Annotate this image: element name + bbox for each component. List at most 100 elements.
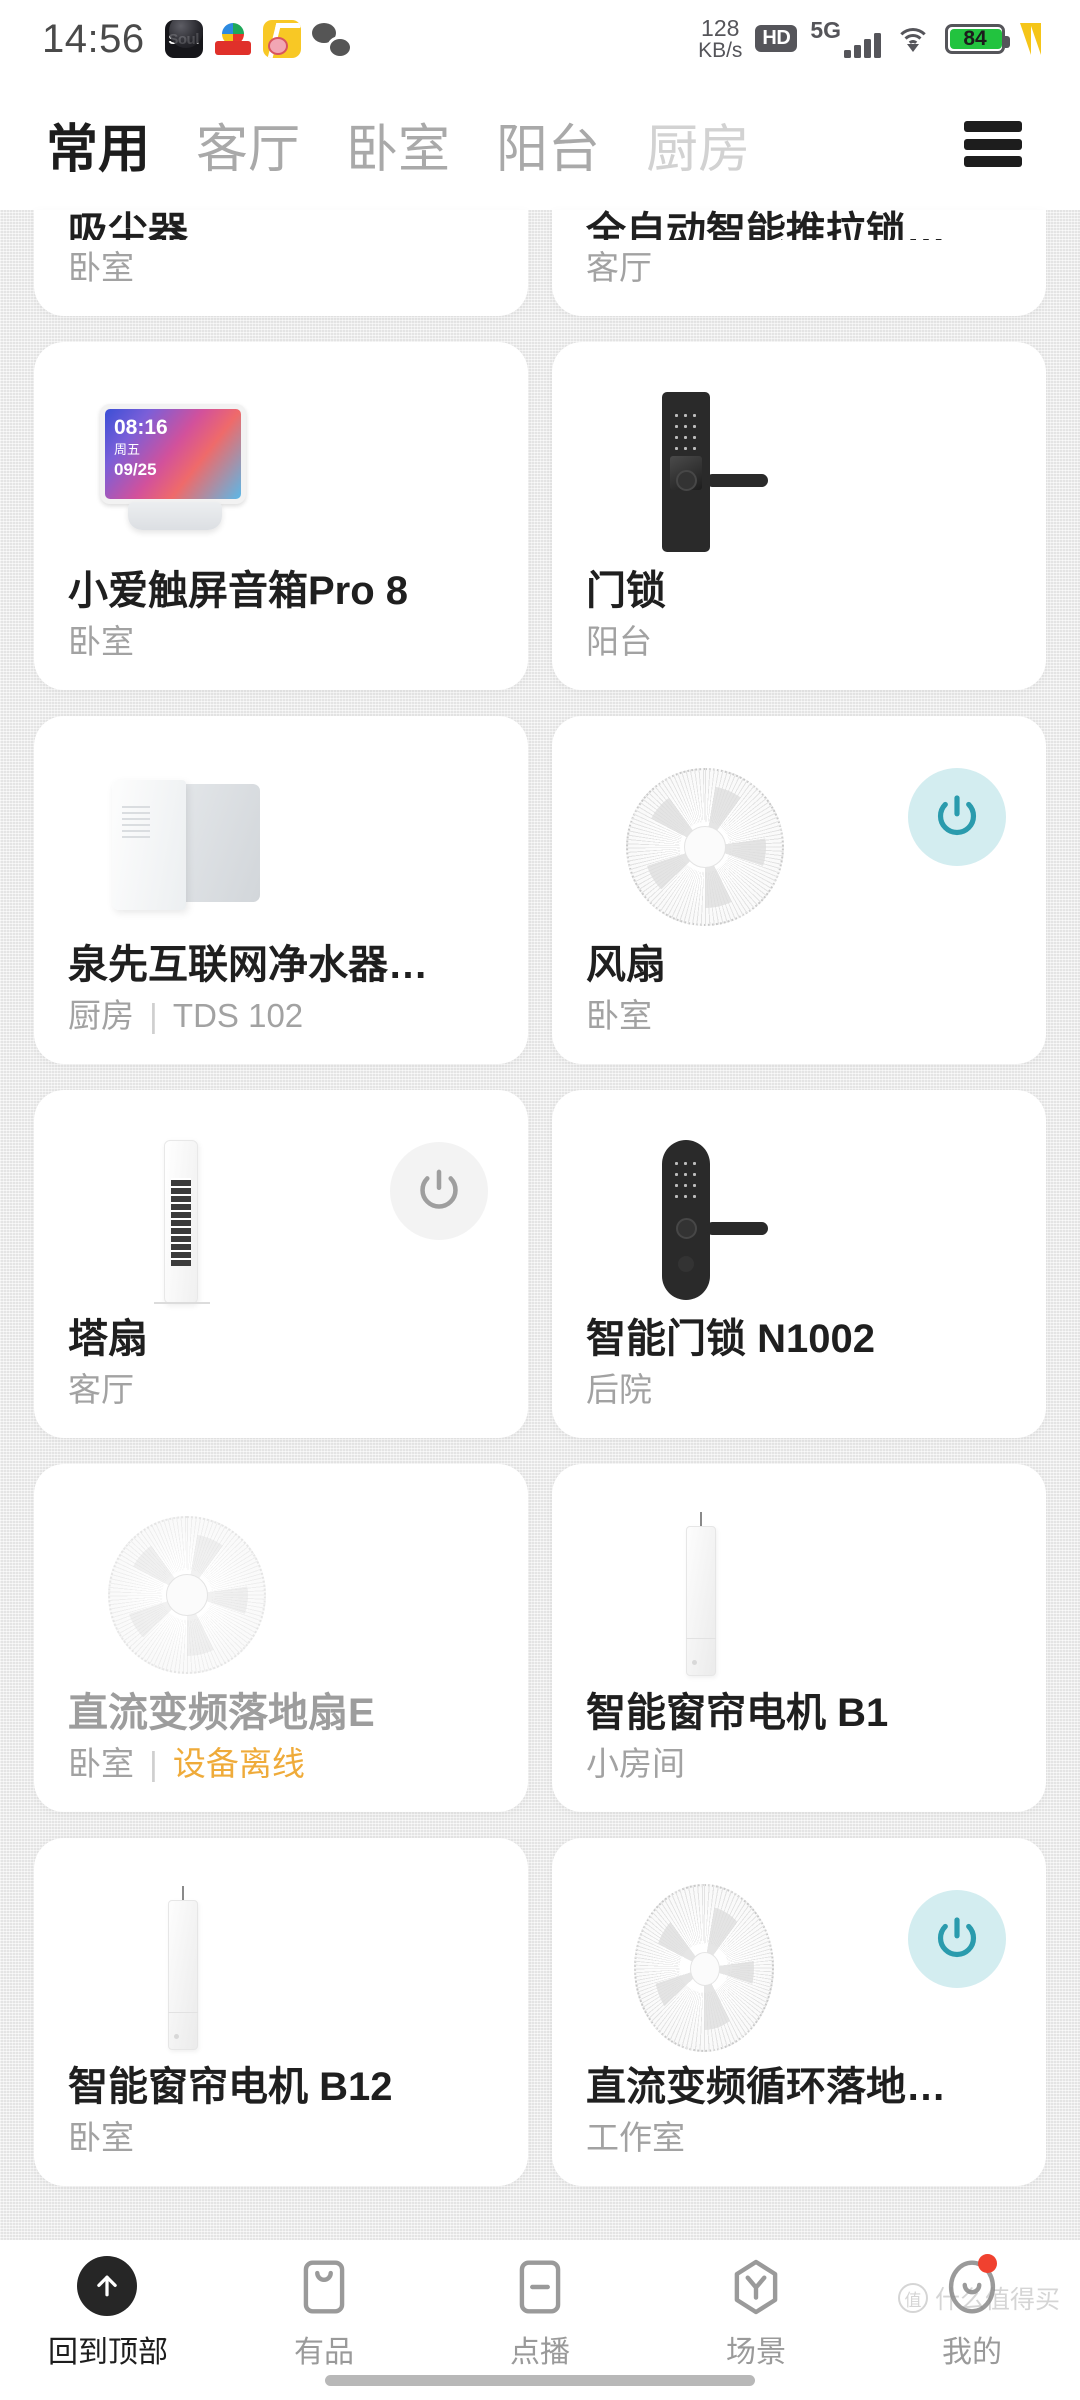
display-screen-weekday: 周五 [114, 442, 141, 457]
scroll-to-top-icon [77, 2256, 139, 2318]
hd-badge-icon: HD [755, 25, 798, 53]
device-name: 全自动智能推拉锁… [586, 210, 946, 241]
curtain-motor-icon [92, 1884, 282, 2054]
youpin-bag-icon [293, 2256, 355, 2318]
device-tds-value: TDS 102 [172, 997, 304, 1035]
nav-item-ondemand[interactable]: 点播 [432, 2256, 648, 2371]
tower-fan-icon [92, 1136, 282, 1306]
watermark: 值 什么值得买 [897, 2280, 1060, 2316]
display-screen-date: 09/25 [114, 460, 157, 479]
device-room: 客厅 [68, 1371, 134, 1409]
device-name: 小爱触屏音箱Pro 8 [68, 568, 409, 613]
device-room: 卧室 [68, 249, 134, 287]
nav-label: 有品 [294, 2336, 354, 2369]
nav-item-youpin[interactable]: 有品 [216, 2256, 432, 2371]
device-card[interactable]: 泉先互联网净水器… 厨房 | TDS 102 [34, 716, 528, 1064]
device-name: 吸尘器 [68, 210, 188, 241]
device-name: 智能窗帘电机 B12 [68, 2064, 393, 2109]
circulating-fan-icon [610, 1884, 800, 2054]
power-toggle-button[interactable] [908, 1890, 1006, 1988]
network-speed-value: 128 [701, 14, 740, 41]
nav-label: 点播 [510, 2336, 570, 2369]
network-speed-unit: KB/s [698, 39, 743, 63]
smart-display-icon: 08:16 周五 09/25 [92, 388, 282, 558]
status-bar-indicators: 128 KB/s HD 5G 84 [698, 14, 1046, 63]
yellow-app-icon [262, 20, 301, 58]
lightning-bolt-icon [1018, 22, 1046, 55]
device-room-label: 厨房 [68, 997, 134, 1035]
door-lock-icon [610, 388, 800, 558]
device-card[interactable]: 全自动智能推拉锁… 客厅 [552, 210, 1046, 316]
tab-keting[interactable]: 客厅 [196, 107, 300, 182]
nav-label: 我的 [942, 2336, 1002, 2369]
device-card[interactable]: 08:16 周五 09/25 小爱触屏音箱Pro 8 卧室 [34, 342, 528, 690]
device-room: 小房间 [586, 1745, 685, 1783]
round-fan-icon [92, 1510, 282, 1680]
device-card[interactable]: 智能门锁 N1002 后院 [552, 1090, 1046, 1438]
device-grid: 吸尘器 卧室 全自动智能推拉锁… 客厅 08:16 周五 09/25 小爱触屏音… [0, 210, 1080, 2240]
tab-changyong[interactable]: 常用 [46, 107, 150, 182]
status-bar-clock: 14:56 [42, 16, 145, 61]
nav-label: 场景 [726, 2336, 786, 2369]
notification-badge [978, 2254, 997, 2273]
watermark-mark: 值 [897, 2283, 928, 2313]
signal-bars-icon [844, 33, 881, 59]
device-card[interactable]: 智能窗帘电机 B12 卧室 [34, 1838, 528, 2186]
tab-woshi[interactable]: 卧室 [346, 107, 450, 182]
device-card[interactable]: 门锁 阳台 [552, 342, 1046, 690]
tab-yangtai[interactable]: 阳台 [496, 107, 600, 182]
device-room: 客厅 [586, 249, 652, 287]
nav-item-back-to-top[interactable]: 回到顶部 [0, 2256, 216, 2371]
network-type-label: 5G [810, 17, 841, 44]
ondemand-icon [509, 2256, 571, 2318]
device-name: 塔扇 [68, 1316, 148, 1361]
battery-level-label: 84 [963, 26, 987, 50]
home-indicator[interactable] [325, 2375, 755, 2386]
device-room: 工作室 [586, 2119, 685, 2157]
device-name: 智能门锁 N1002 [586, 1316, 875, 1361]
app-background: 14:56 Soul 128 KB/s HD 5G 84 常用 客厅 卧室 阳台… [0, 0, 1080, 2400]
device-card[interactable]: 直流变频落地扇E 卧室 | 设备离线 [34, 1464, 528, 1812]
device-room: 卧室 [68, 623, 134, 661]
scene-icon [725, 2256, 787, 2318]
round-fan-icon [610, 762, 800, 932]
cellular-signal-icon: 5G [810, 17, 881, 59]
power-toggle-button[interactable] [390, 1142, 488, 1240]
device-room: 后院 [586, 1371, 652, 1409]
device-room: 卧室 | 设备离线 [68, 1745, 305, 1783]
device-room: 卧室 [68, 2119, 134, 2157]
device-card[interactable]: 风扇 卧室 [552, 716, 1046, 1064]
curtain-motor-icon [610, 1510, 800, 1680]
device-name: 直流变频循环落地… [586, 2064, 946, 2109]
room-tab-bar: 常用 客厅 卧室 阳台 厨房 [0, 78, 1080, 210]
device-card[interactable]: 智能窗帘电机 B1 小房间 [552, 1464, 1046, 1812]
device-room: 卧室 [586, 997, 652, 1035]
device-card[interactable]: 直流变频循环落地… 工作室 [552, 1838, 1046, 2186]
red-app-icon [213, 20, 252, 58]
bottom-navigation-bar: 回到顶部 有品 点播 场景 我的 值 什么值得买 [0, 2240, 1080, 2400]
battery-icon: 84 [945, 23, 1010, 54]
hamburger-menu-icon[interactable] [964, 121, 1022, 167]
device-name: 门锁 [586, 568, 666, 613]
device-name: 直流变频落地扇E [68, 1690, 375, 1735]
status-badge: 设备离线 [172, 1745, 305, 1783]
nav-label: 回到顶部 [48, 2336, 168, 2369]
device-card[interactable]: 塔扇 客厅 [34, 1090, 528, 1438]
smart-door-lock-icon [610, 1136, 800, 1306]
watermark-text: 什么值得买 [934, 2286, 1060, 2314]
device-room: 阳台 [586, 623, 652, 661]
nav-item-scene[interactable]: 场景 [648, 2256, 864, 2371]
device-name: 泉先互联网净水器… [68, 942, 428, 987]
power-toggle-button[interactable] [908, 768, 1006, 866]
device-room: 厨房 | TDS 102 [68, 997, 304, 1035]
device-card[interactable]: 吸尘器 卧室 [34, 210, 528, 316]
status-bar-notification-icons: Soul [164, 20, 350, 58]
tab-chufang[interactable]: 厨房 [646, 107, 750, 182]
device-name: 风扇 [586, 942, 666, 987]
wifi-icon [894, 24, 932, 54]
soul-app-icon: Soul [164, 20, 203, 58]
device-room-label: 卧室 [68, 1745, 134, 1783]
wechat-app-icon [311, 20, 350, 58]
display-screen-time: 08:16 [114, 416, 168, 439]
device-name: 智能窗帘电机 B1 [586, 1690, 889, 1735]
